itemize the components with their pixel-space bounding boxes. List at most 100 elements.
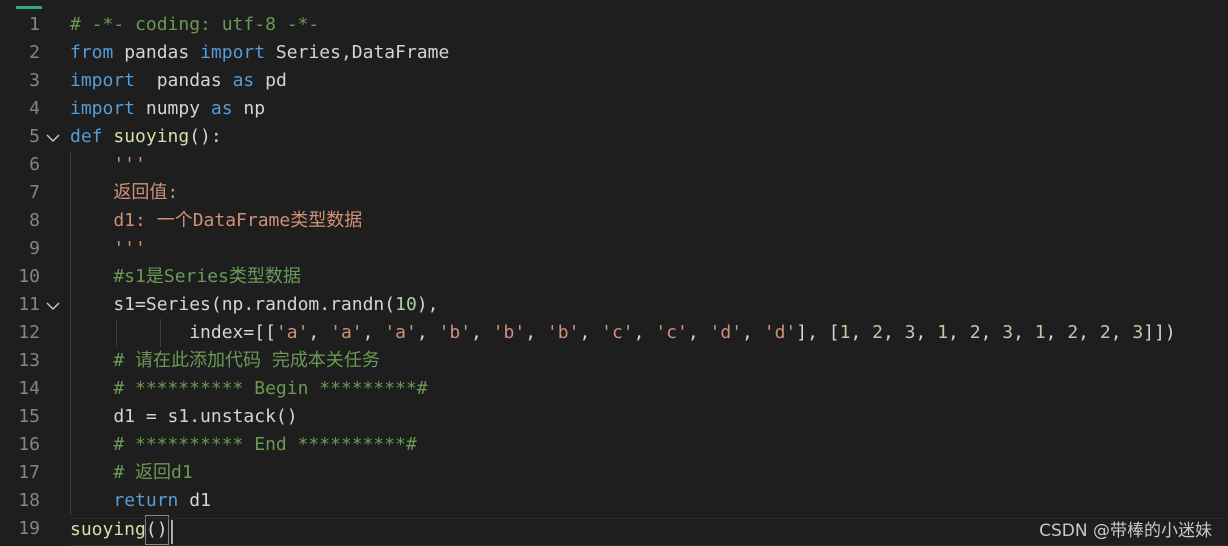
line-number: 16: [18, 434, 40, 455]
code-token: 3: [904, 322, 916, 343]
code-text[interactable]: # -*- coding: utf-8 -*-: [70, 11, 319, 39]
code-token: import: [70, 70, 136, 91]
code-token: ''': [70, 154, 146, 175]
code-token: Series,DataFrame: [265, 42, 450, 63]
line-number: 15: [18, 406, 40, 427]
code-text[interactable]: ''': [70, 235, 146, 263]
code-token: 1: [1034, 322, 1046, 343]
line-number: 3: [29, 70, 40, 91]
code-token: 'a': [275, 322, 309, 343]
code-text[interactable]: import numpy as np: [70, 95, 265, 123]
code-line[interactable]: 7 返回值:: [0, 179, 1228, 207]
code-line[interactable]: 11 s1=Series(np.random.randn(10),: [0, 291, 1228, 319]
line-number: 11: [18, 294, 40, 315]
code-line[interactable]: 16 # ********** End **********#: [0, 431, 1228, 459]
code-token: ], [: [796, 322, 840, 343]
code-text[interactable]: # 请在此添加代码 完成本关任务: [70, 347, 380, 375]
code-token: ,: [579, 322, 602, 343]
code-line[interactable]: 17 # 返回d1: [0, 459, 1228, 487]
code-text[interactable]: #s1是Series类型数据: [70, 263, 301, 291]
code-token: ,: [362, 322, 385, 343]
line-number: 8: [29, 210, 40, 231]
code-line[interactable]: 15 d1 = s1.unstack(): [0, 403, 1228, 431]
code-token: 'c': [601, 322, 634, 343]
code-line[interactable]: 12 index=[['a', 'a', 'a', 'b', 'b', 'b',…: [0, 319, 1228, 347]
code-token: # 返回d1: [70, 462, 193, 483]
code-token: ,: [1045, 322, 1068, 343]
code-text[interactable]: return d1: [70, 487, 211, 515]
code-line[interactable]: 6 ''': [0, 151, 1228, 179]
chevron-down-icon[interactable]: [45, 291, 61, 319]
line-number: 10: [18, 266, 40, 287]
code-line[interactable]: 5 def suoying():: [0, 123, 1228, 151]
code-token: ,: [1013, 322, 1035, 343]
code-text[interactable]: ''': [70, 151, 146, 179]
code-token: ,: [1110, 322, 1133, 343]
code-token: # 请在此添加代码 完成本关任务: [70, 350, 380, 371]
code-text[interactable]: # 返回d1: [70, 459, 193, 487]
line-number: 2: [29, 42, 40, 63]
code-token: np: [232, 98, 266, 119]
code-line[interactable]: 10 #s1是Series类型数据: [0, 263, 1228, 291]
code-token: ,: [687, 322, 710, 343]
indent-guide: [116, 319, 117, 347]
code-text[interactable]: d1: 一个DataFrame类型数据: [70, 207, 362, 235]
code-token: #s1是Series类型数据: [70, 266, 301, 287]
code-text[interactable]: # ********** End **********#: [70, 431, 417, 459]
code-text[interactable]: s1=Series(np.random.randn(10),: [70, 291, 438, 319]
line-number: 18: [18, 490, 40, 511]
code-line[interactable]: 9 ''': [0, 235, 1228, 263]
code-token: ),: [416, 294, 439, 315]
code-token: d1: [178, 490, 211, 511]
code-token: 3: [1132, 322, 1144, 343]
code-token: # ********** Begin *********#: [70, 378, 428, 399]
code-token: 'b': [492, 322, 526, 343]
code-token: 1: [839, 322, 851, 343]
code-token: ,: [980, 322, 1003, 343]
code-text[interactable]: from pandas import Series,DataFrame: [70, 39, 449, 67]
code-line[interactable]: 2 from pandas import Series,DataFrame: [0, 39, 1228, 67]
code-line[interactable]: 4 import numpy as np: [0, 95, 1228, 123]
code-token: ,: [948, 322, 970, 343]
chevron-down-icon[interactable]: [45, 123, 61, 151]
code-token: 'b': [438, 322, 472, 343]
code-token: 'd': [763, 322, 797, 343]
code-token: suoying: [113, 126, 190, 147]
code-text[interactable]: d1 = s1.unstack(): [70, 403, 297, 431]
code-token: 返回值:: [70, 182, 179, 203]
active-tab-indicator: [16, 6, 42, 9]
code-editor[interactable]: 1 # -*- coding: utf-8 -*- 2 from pandas imp…: [0, 0, 1228, 546]
code-text[interactable]: # ********** Begin *********#: [70, 375, 428, 403]
line-number: 14: [18, 378, 40, 399]
code-line[interactable]: 8 d1: 一个DataFrame类型数据: [0, 207, 1228, 235]
code-token: return: [113, 490, 179, 511]
code-token: numpy: [135, 98, 211, 119]
code-token: # ********** End **********#: [70, 434, 417, 455]
indent-guide: [160, 319, 161, 347]
code-line[interactable]: 3 import pandas as pd: [0, 67, 1228, 95]
code-text[interactable]: def suoying():: [70, 123, 222, 151]
code-line[interactable]: 14 # ********** Begin *********#: [0, 375, 1228, 403]
code-token: 2: [1067, 322, 1079, 343]
code-line[interactable]: 13 # 请在此添加代码 完成本关任务: [0, 347, 1228, 375]
code-token: # -*- coding: utf-8 -*-: [70, 14, 320, 35]
indent-guide: [70, 151, 71, 515]
code-token: 10: [395, 294, 417, 315]
line-number: 19: [18, 518, 40, 539]
code-token: 'a': [330, 322, 363, 343]
line-number: 12: [18, 322, 40, 343]
code-token: import: [70, 98, 136, 119]
code-token: ,: [525, 322, 547, 343]
code-text[interactable]: index=[['a', 'a', 'a', 'b', 'b', 'b', 'c…: [70, 319, 1176, 347]
code-line[interactable]: 18 return d1: [0, 487, 1228, 515]
code-text[interactable]: 返回值:: [70, 179, 178, 207]
code-token: as: [210, 98, 233, 119]
code-token: ,: [416, 322, 439, 343]
code-token: 'a': [384, 322, 417, 343]
line-number: 7: [29, 182, 40, 203]
code-text[interactable]: import pandas as pd: [70, 67, 287, 95]
code-line[interactable]: 1 # -*- coding: utf-8 -*-: [0, 11, 1228, 39]
code-token: 2: [872, 322, 883, 343]
